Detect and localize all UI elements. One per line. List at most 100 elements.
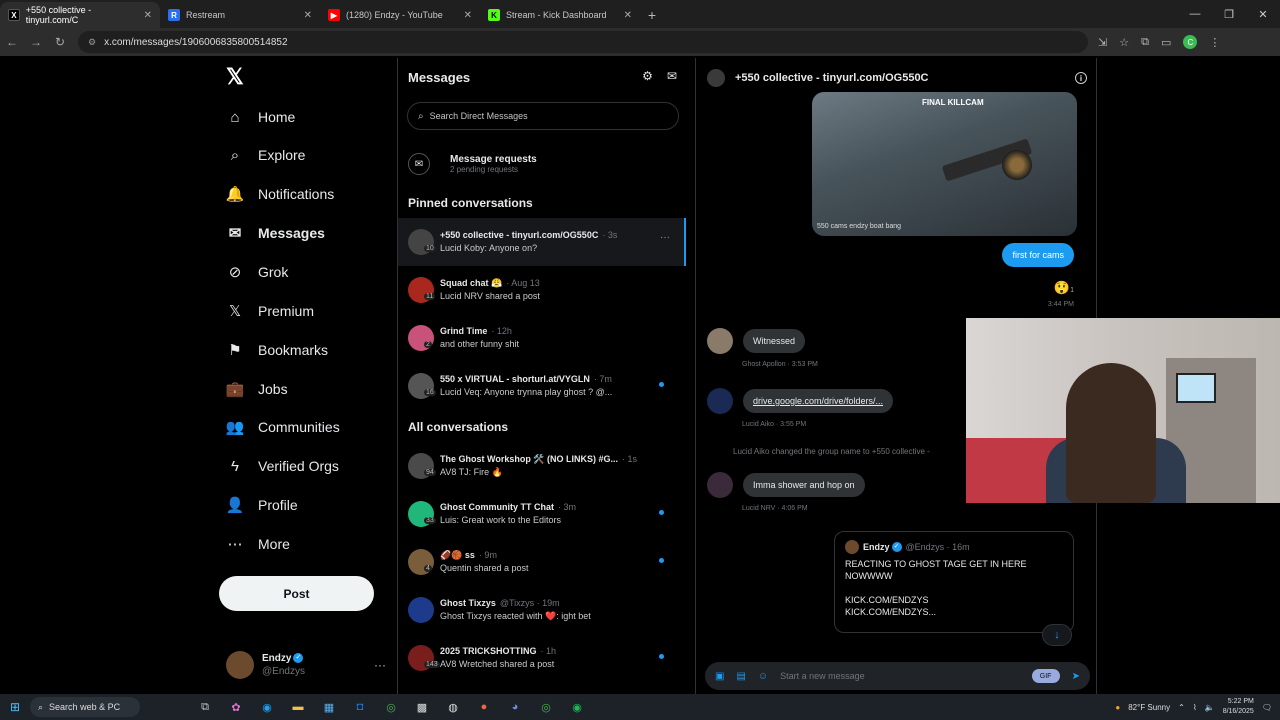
sidebar-item-notifications[interactable]: 🔔 Notifications bbox=[226, 179, 335, 209]
streamer-image bbox=[1066, 363, 1156, 503]
conversation-item[interactable]: 4 🏈🏀 ss · 9m Quentin shared a post bbox=[398, 538, 686, 586]
conversation-item[interactable]: 16 550 x VIRTUAL - shorturl.at/VYGLN · 7m L… bbox=[398, 362, 686, 410]
conversation-item[interactable]: Ghost Tixzys @Tixzys · 19m Ghost Tixzys re… bbox=[398, 586, 686, 634]
account-switcher[interactable]: Endzy ✓ @Endzys ··· bbox=[226, 648, 386, 682]
incoming-message[interactable]: Witnessed bbox=[743, 329, 806, 353]
back-icon[interactable]: ← bbox=[0, 35, 24, 49]
store-icon[interactable]: ▦ bbox=[319, 699, 339, 715]
sidebar-item-verified-orgs[interactable]: ϟ Verified Orgs bbox=[226, 451, 339, 481]
sidebar-item-bookmarks[interactable]: ⚑ Bookmarks bbox=[226, 335, 328, 365]
link-message[interactable]: drive.google.com/drive/folders/... bbox=[743, 389, 894, 413]
close-tab-icon[interactable]: ✕ bbox=[304, 10, 312, 21]
side-panel-icon[interactable]: ▭ bbox=[1161, 36, 1171, 49]
sidebar-item-explore[interactable]: ⌕ Explore bbox=[226, 140, 306, 170]
weather-icon[interactable]: ● bbox=[1115, 703, 1120, 712]
avatar[interactable] bbox=[707, 328, 733, 354]
sidebar-item-home[interactable]: ⌂ Home bbox=[226, 102, 295, 132]
weather-text[interactable]: 82°F Sunny bbox=[1128, 703, 1170, 712]
conversation-item[interactable]: 11 Squad chat 😤 · Aug 13 Lucid NRV shared a… bbox=[398, 266, 686, 314]
clock[interactable]: 5:22 PM 8/16/2025 bbox=[1223, 697, 1254, 717]
info-icon[interactable]: i bbox=[1075, 72, 1087, 84]
conversation-item[interactable]: 2 Grind Time · 12h and other funny shit bbox=[398, 314, 686, 362]
close-window-icon[interactable]: ✕ bbox=[1246, 0, 1280, 28]
emoji-icon[interactable]: ☺ bbox=[758, 671, 768, 682]
x-logo-icon[interactable]: 𝕏 bbox=[226, 64, 244, 90]
conversation-name: +550 collective - tinyurl.com/OG550C bbox=[440, 230, 599, 240]
sidebar-item-grok[interactable]: ⊘ Grok bbox=[226, 257, 289, 287]
edge-icon[interactable]: ◉ bbox=[257, 699, 277, 715]
conversation-item[interactable]: 10 +550 collective - tinyurl.com/OG550C · … bbox=[398, 218, 686, 266]
incoming-message[interactable]: Imma shower and hop on bbox=[743, 473, 865, 497]
browser-tab-kick[interactable]: K Stream - Kick Dashboard ✕ bbox=[480, 2, 640, 28]
notifications-icon[interactable]: 🗨 bbox=[1262, 703, 1272, 712]
conversation-item[interactable]: 94 The Ghost Workshop 🛠️ (NO LINKS) #G...… bbox=[398, 442, 686, 490]
more-dots-icon[interactable]: ··· bbox=[660, 232, 670, 243]
search-input[interactable]: ⌕ Search Direct Messages bbox=[407, 102, 679, 130]
copilot-icon[interactable]: ✿ bbox=[226, 699, 246, 715]
close-tab-icon[interactable]: ✕ bbox=[624, 10, 632, 21]
quoted-post[interactable]: Endzy ✓ @Endzys · 16m REACTING TO GHOST … bbox=[834, 531, 1074, 633]
sidebar-item-profile[interactable]: 👤 Profile bbox=[226, 490, 298, 520]
reload-icon[interactable]: ↻ bbox=[48, 35, 72, 49]
volume-icon[interactable]: 🔈 bbox=[1205, 703, 1215, 712]
sidebar-item-more[interactable]: ⋯ More bbox=[226, 529, 290, 559]
avatar bbox=[845, 540, 859, 554]
discord-icon[interactable]: ◕ bbox=[505, 699, 525, 715]
site-info-icon[interactable]: ⚙ bbox=[88, 37, 96, 48]
sidebar-item-communities[interactable]: 👥 Communities bbox=[226, 412, 340, 442]
tray-chevron-icon[interactable]: ⌃ bbox=[1178, 703, 1185, 712]
image-icon[interactable]: ▣ bbox=[715, 671, 724, 682]
avatar[interactable] bbox=[707, 472, 733, 498]
sidebar-item-messages[interactable]: ✉ Messages bbox=[226, 218, 325, 248]
media-attachment[interactable]: FINAL KILLCAM 550 cams endzy boat bang bbox=[812, 92, 1077, 236]
network-icon[interactable]: ⌇ bbox=[1193, 703, 1197, 712]
task-view-icon[interactable]: ⧉ bbox=[195, 699, 215, 715]
close-tab-icon[interactable]: ✕ bbox=[464, 10, 472, 21]
message-requests[interactable]: ✉ Message requests 2 pending requests bbox=[408, 148, 678, 180]
gif-button[interactable]: GIF bbox=[1031, 669, 1060, 683]
sidebar-item-premium[interactable]: 𝕏 Premium bbox=[226, 296, 314, 326]
avatar[interactable] bbox=[707, 388, 733, 414]
restore-icon[interactable]: ❐ bbox=[1212, 0, 1246, 28]
browser-tab-x[interactable]: X +550 collective - tinyurl.com/C ✕ bbox=[0, 2, 160, 28]
more-dots-icon[interactable]: ··· bbox=[374, 658, 386, 672]
scroll-down-icon[interactable]: ↓ bbox=[1042, 624, 1072, 646]
send-icon[interactable]: ➤ bbox=[1072, 671, 1080, 682]
menu-kebab-icon[interactable]: ⋮ bbox=[1209, 36, 1220, 49]
gif-icon[interactable]: ▤ bbox=[736, 671, 745, 682]
post-button[interactable]: Post bbox=[219, 576, 374, 611]
close-tab-icon[interactable]: ✕ bbox=[144, 10, 152, 21]
reaction[interactable]: 😲1 bbox=[1054, 280, 1074, 296]
app-icon[interactable]: ▩ bbox=[412, 699, 432, 715]
browser-tab-restream[interactable]: R Restream ✕ bbox=[160, 2, 320, 28]
conversation-item[interactable]: 143 2025 TRICKSHOTTING · 1h AV8 Wretched sh… bbox=[398, 634, 686, 682]
browser-tab-youtube[interactable]: ▶ (1280) Endzy - YouTube ✕ bbox=[320, 2, 480, 28]
windows-taskbar: ⊞ ⌕ Search web & PC ⧉ ✿ ◉ ▬ ▦ ◘ ◎ ▩ ◍ ● … bbox=[0, 694, 1280, 720]
file-explorer-icon[interactable]: ▬ bbox=[288, 699, 308, 715]
install-app-icon[interactable]: ⇲ bbox=[1098, 36, 1107, 49]
spotify-icon[interactable]: ◉ bbox=[567, 699, 587, 715]
outlook-icon[interactable]: ◘ bbox=[350, 699, 370, 715]
app-icon[interactable]: ● bbox=[474, 699, 494, 715]
message-composer[interactable]: ▣ ▤ ☺ Start a new message GIF ➤ bbox=[705, 662, 1090, 690]
windows-start-icon[interactable]: ⊞ bbox=[0, 700, 30, 714]
url-text: x.com/messages/1906006835800514852 bbox=[104, 36, 288, 48]
new-tab-button[interactable]: + bbox=[640, 2, 664, 28]
minimize-icon[interactable]: — bbox=[1178, 0, 1212, 28]
extensions-icon[interactable]: ⧉ bbox=[1141, 36, 1149, 49]
address-bar-row: ← → ↻ ⚙ x.com/messages/19060068358005148… bbox=[0, 28, 1280, 56]
bookmark-star-icon[interactable]: ☆ bbox=[1119, 36, 1129, 49]
conversation-item[interactable]: 33 Ghost Community TT Chat · 3m Luis: Great… bbox=[398, 490, 686, 538]
outgoing-message[interactable]: first for cams bbox=[1002, 243, 1074, 267]
profile-avatar-icon[interactable]: C bbox=[1183, 35, 1198, 49]
conversation-name: The Ghost Workshop 🛠️ (NO LINKS) #G... bbox=[440, 454, 619, 464]
chrome-icon[interactable]: ◎ bbox=[536, 699, 556, 715]
taskbar-search[interactable]: ⌕ Search web & PC bbox=[30, 697, 140, 717]
chrome-icon[interactable]: ◎ bbox=[381, 699, 401, 715]
sidebar-item-jobs[interactable]: 💼 Jobs bbox=[226, 374, 288, 404]
settings-gear-icon[interactable]: ⚙ bbox=[642, 69, 653, 83]
obs-icon[interactable]: ◍ bbox=[443, 699, 463, 715]
url-field[interactable]: ⚙ x.com/messages/1906006835800514852 bbox=[78, 31, 1088, 53]
new-message-icon[interactable]: ✉ bbox=[667, 69, 677, 83]
forward-icon[interactable]: → bbox=[24, 35, 48, 49]
